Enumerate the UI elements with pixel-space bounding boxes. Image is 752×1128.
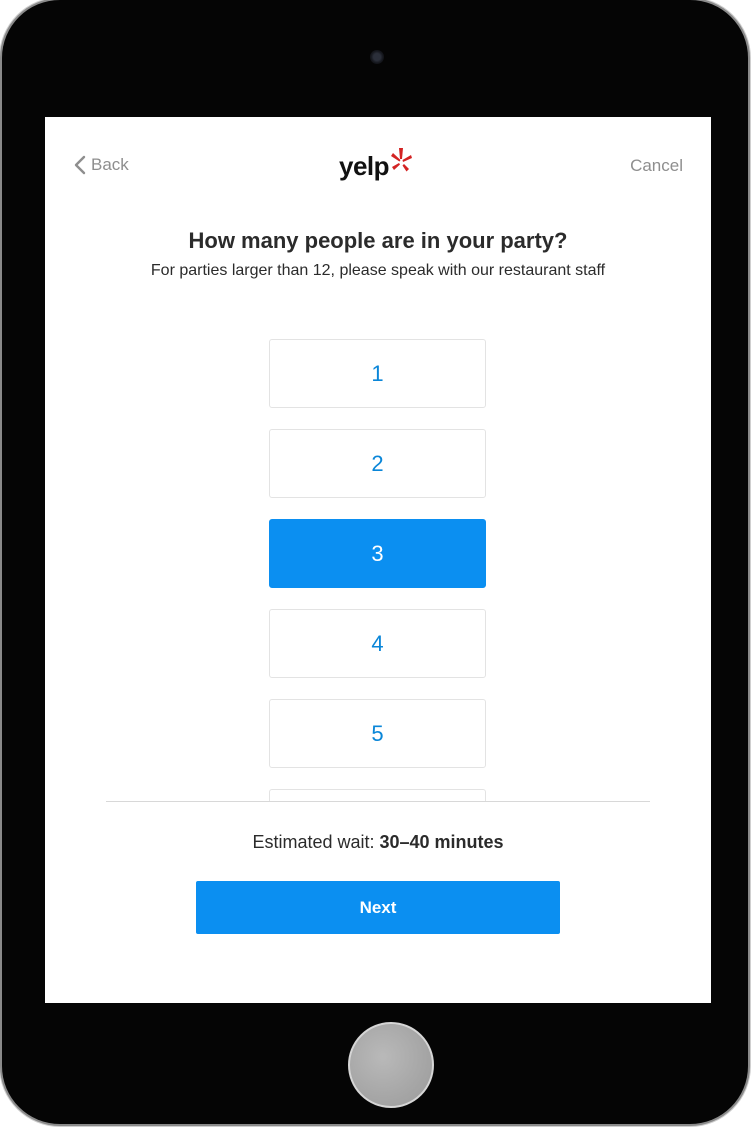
divider: [106, 801, 650, 802]
estimated-wait: Estimated wait: 30–40 minutes: [45, 832, 711, 853]
tablet-frame: Back yelp Cancel How many people are in …: [2, 0, 748, 1124]
chevron-left-icon: [73, 155, 87, 175]
party-size-option-1[interactable]: 1: [269, 339, 486, 408]
party-size-list[interactable]: 1 2 3 4 5: [45, 337, 711, 801]
page-title: How many people are in your party?: [188, 228, 568, 253]
yelp-logo: yelp: [339, 147, 413, 181]
app-screen: Back yelp Cancel How many people are in …: [45, 117, 711, 1003]
party-size-option-5[interactable]: 5: [269, 699, 486, 768]
party-size-option-6[interactable]: [269, 789, 486, 801]
next-button[interactable]: Next: [196, 881, 560, 934]
back-label: Back: [91, 155, 129, 174]
home-button[interactable]: [348, 1022, 434, 1108]
yelp-burst-icon: [389, 147, 413, 179]
party-size-option-4[interactable]: 4: [269, 609, 486, 678]
wait-label: Estimated wait:: [252, 832, 380, 852]
back-button[interactable]: Back: [73, 155, 129, 175]
camera-icon: [370, 50, 384, 64]
cancel-button[interactable]: Cancel: [630, 156, 683, 176]
logo-text: yelp: [339, 151, 390, 181]
wait-value: 30–40 minutes: [379, 832, 504, 852]
party-size-option-3[interactable]: 3: [269, 519, 486, 588]
party-size-option-2[interactable]: 2: [269, 429, 486, 498]
page-subtitle: For parties larger than 12, please speak…: [150, 262, 606, 279]
